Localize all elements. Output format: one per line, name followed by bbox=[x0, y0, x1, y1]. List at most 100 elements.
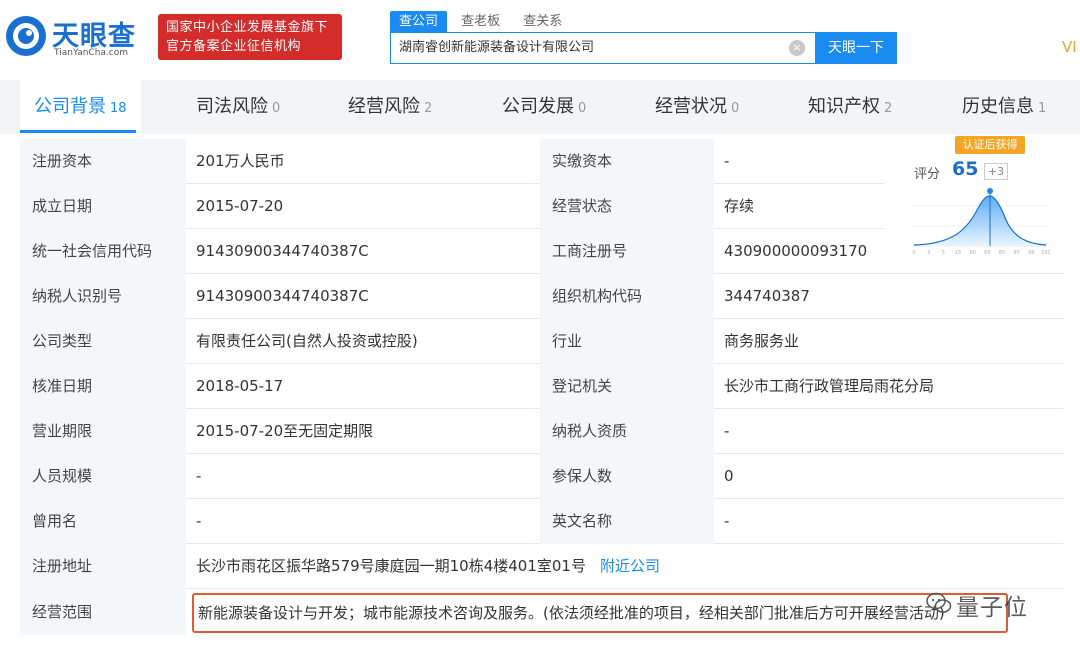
certification-tag: 认证后获得 bbox=[955, 136, 1025, 154]
field-value: 长沙市雨花区振华路579号康庭园一期10栋4楼401室01号 附近公司 bbox=[186, 544, 1064, 589]
field-value: 91430900344740387C bbox=[196, 287, 369, 305]
table-row: 核准日期 2018-05-17 登记机关 长沙市工商行政管理局雨花分局 bbox=[20, 364, 1064, 409]
tab-count: 2 bbox=[884, 101, 893, 116]
rating-delta: +3 bbox=[984, 163, 1008, 180]
field-value: 91430900344740387C bbox=[196, 242, 369, 260]
rating-score: 65 bbox=[952, 158, 979, 180]
logo-eye-icon bbox=[6, 16, 46, 56]
vip-link[interactable]: VI bbox=[1062, 38, 1077, 56]
tab-label: 公司背景 bbox=[34, 96, 106, 117]
tab-count: 0 bbox=[731, 101, 740, 116]
field-label: 经营范围 bbox=[20, 589, 186, 635]
table-row: 公司类型 有限责任公司(自然人投资或控股) 行业 商务服务业 bbox=[20, 319, 1064, 364]
tab-label: 司法风险 bbox=[196, 96, 268, 117]
field-value: - bbox=[196, 512, 202, 530]
field-label: 参保人数 bbox=[540, 454, 714, 499]
brand-domain: TianYanCha.com bbox=[54, 48, 129, 58]
search-input-value[interactable]: 湖南睿创新能源装备设计有限公司 bbox=[399, 33, 594, 63]
address-value: 长沙市雨花区振华路579号康庭园一期10栋4楼401室01号 bbox=[196, 557, 586, 575]
field-value: 0 bbox=[724, 467, 734, 485]
field-label: 纳税人资质 bbox=[540, 409, 714, 454]
nearby-companies-link[interactable]: 附近公司 bbox=[600, 557, 660, 575]
badge-line-2: 官方备案企业征信机构 bbox=[166, 39, 302, 54]
tab-operating-status[interactable]: 经营状况 0 bbox=[655, 80, 739, 134]
field-label: 工商注册号 bbox=[540, 229, 714, 274]
rating-axis-tick: 97 bbox=[1013, 250, 1019, 256]
field-value: 存续 bbox=[724, 197, 755, 215]
tab-label: 历史信息 bbox=[962, 96, 1034, 117]
rating-distribution-chart: 0 3 5 15 60 65 85 97 99 100 bbox=[912, 188, 1050, 256]
field-value: - bbox=[724, 152, 730, 170]
tab-label: 公司发展 bbox=[502, 96, 574, 117]
field-label: 成立日期 bbox=[20, 184, 186, 229]
tab-label: 知识产权 bbox=[808, 96, 880, 117]
rating-axis-tick: 5 bbox=[942, 250, 945, 256]
field-label: 组织机构代码 bbox=[540, 274, 714, 319]
clear-icon[interactable]: × bbox=[789, 40, 805, 56]
field-label: 实缴资本 bbox=[540, 139, 714, 184]
tab-legal-risk[interactable]: 司法风险 0 bbox=[196, 80, 280, 134]
search-tab-relation[interactable]: 查关系 bbox=[514, 11, 571, 33]
field-value: 344740387 bbox=[724, 287, 810, 305]
field-label: 注册资本 bbox=[20, 139, 186, 184]
search-tab-boss[interactable]: 查老板 bbox=[452, 11, 509, 33]
search-type-tabs: 查公司 查老板 查关系 bbox=[390, 10, 571, 33]
field-value: - bbox=[724, 512, 730, 530]
rating-axis-tick: 60 bbox=[969, 250, 975, 256]
field-value: 商务服务业 bbox=[724, 332, 800, 350]
field-label: 统一社会信用代码 bbox=[20, 229, 186, 274]
table-row: 人员规模 - 参保人数 0 bbox=[20, 454, 1064, 499]
highlight-box bbox=[192, 593, 1008, 633]
field-label: 纳税人识别号 bbox=[20, 274, 186, 319]
tab-label: 经营状况 bbox=[655, 96, 727, 117]
search-tab-company[interactable]: 查公司 bbox=[390, 11, 448, 33]
field-value: 2018-05-17 bbox=[196, 377, 284, 395]
field-label: 公司类型 bbox=[20, 319, 186, 364]
header: 天眼查 TianYanCha.com 国家中小企业发展基金旗下 官方备案企业征信… bbox=[0, 0, 1080, 80]
field-label: 经营状态 bbox=[540, 184, 714, 229]
field-value: - bbox=[724, 422, 730, 440]
watermark-text: 量子位 bbox=[956, 595, 1028, 621]
tianyancha-logo[interactable]: 天眼查 TianYanCha.com bbox=[4, 12, 154, 62]
tab-company-background[interactable]: 公司背景 18 bbox=[20, 80, 141, 134]
section-tabs: 公司背景 18 司法风险 0 经营风险 2 公司发展 0 经营状况 0 知识产权 2 历史信… bbox=[0, 80, 1080, 134]
tab-history[interactable]: 历史信息 1 bbox=[962, 80, 1046, 134]
rating-axis-tick: 0 bbox=[912, 250, 915, 256]
tab-count: 2 bbox=[424, 101, 433, 116]
tab-business-risk[interactable]: 经营风险 2 bbox=[348, 80, 432, 134]
field-value: 2015-07-20 bbox=[196, 197, 284, 215]
rating-axis-tick: 85 bbox=[999, 250, 1005, 256]
rating-axis-tick: 99 bbox=[1028, 250, 1034, 256]
field-value: 2015-07-20至无固定期限 bbox=[196, 422, 374, 440]
search-input[interactable]: 湖南睿创新能源装备设计有限公司 × bbox=[390, 32, 816, 64]
tab-intellectual-property[interactable]: 知识产权 2 bbox=[808, 80, 892, 134]
tab-count: 0 bbox=[272, 101, 281, 116]
tab-count: 18 bbox=[110, 101, 127, 116]
field-value: 有限责任公司(自然人投资或控股) bbox=[196, 332, 418, 350]
field-label: 登记机关 bbox=[540, 364, 714, 409]
table-row: 营业期限 2015-07-20至无固定期限 纳税人资质 - bbox=[20, 409, 1064, 454]
field-value: - bbox=[196, 467, 202, 485]
field-label: 核准日期 bbox=[20, 364, 186, 409]
tab-count: 1 bbox=[1038, 101, 1047, 116]
tab-company-development[interactable]: 公司发展 0 bbox=[502, 80, 586, 134]
field-value: 201万人民币 bbox=[196, 152, 285, 170]
field-value: 430900000093170 bbox=[724, 242, 868, 260]
wechat-watermark-icon bbox=[926, 592, 952, 613]
rating-axis-tick: 65 bbox=[984, 250, 990, 256]
table-row-address: 注册地址 长沙市雨花区振华路579号康庭园一期10栋4楼401室01号 附近公司 bbox=[20, 544, 1064, 589]
tab-count: 0 bbox=[578, 101, 587, 116]
official-badge: 国家中小企业发展基金旗下 官方备案企业征信机构 bbox=[158, 14, 342, 60]
search-button[interactable]: 天眼一下 bbox=[815, 32, 897, 64]
field-label: 营业期限 bbox=[20, 409, 186, 454]
rating-axis-tick: 100 bbox=[1041, 250, 1050, 256]
rating-axis-tick: 15 bbox=[955, 250, 961, 256]
score-marker-dot bbox=[987, 188, 993, 194]
table-row: 曾用名 - 英文名称 - bbox=[20, 499, 1064, 544]
rating-axis-tick: 3 bbox=[927, 250, 930, 256]
field-label: 行业 bbox=[540, 319, 714, 364]
field-label: 人员规模 bbox=[20, 454, 186, 499]
distribution-area bbox=[914, 196, 1046, 245]
badge-line-1: 国家中小企业发展基金旗下 bbox=[166, 20, 329, 35]
field-label: 注册地址 bbox=[20, 544, 186, 589]
